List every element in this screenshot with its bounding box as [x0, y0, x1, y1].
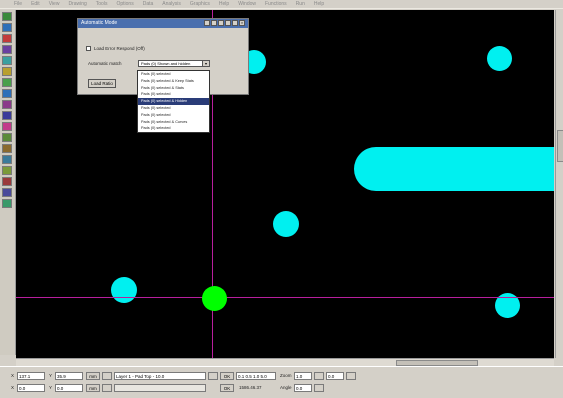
check-tool-icon[interactable]	[2, 177, 12, 186]
angle-field[interactable]: 0.0	[294, 384, 312, 392]
menu-analysis[interactable]: Analysis	[162, 1, 181, 7]
menu-edit[interactable]: Edit	[31, 1, 40, 7]
dropdown-item[interactable]: Pads (0) selected	[138, 105, 209, 112]
line-tool-icon[interactable]	[2, 78, 12, 87]
chevron-down-icon[interactable]	[208, 372, 218, 380]
dropdown-item[interactable]: Pads (0) selected & Keep Stats	[138, 78, 209, 85]
load-error-checkbox[interactable]	[86, 46, 91, 51]
y-label: Y	[49, 373, 53, 378]
y-offset-field[interactable]: 0.0	[55, 384, 83, 392]
move-tool-icon[interactable]	[2, 23, 12, 32]
select-tool-icon[interactable]	[2, 12, 12, 21]
dropdown-item[interactable]: Pads (0) selected & Curves	[138, 119, 209, 126]
zoom-tool-icon[interactable]	[2, 133, 12, 142]
automatic-match-value: Pads (0) Shown and hidden	[141, 61, 191, 66]
pad-circle[interactable]	[111, 277, 137, 303]
dropdown-item[interactable]: Pads (0) selected	[138, 91, 209, 98]
menu-drawing[interactable]: Drawing	[68, 1, 86, 7]
pad-tool-icon[interactable]	[2, 56, 12, 65]
zoom-field[interactable]: 1.0	[294, 372, 312, 380]
dialog-toolbar-icon[interactable]	[218, 20, 224, 26]
grid-tool-icon[interactable]	[2, 199, 12, 208]
automatic-match-dropdown: Pads (0) selected Pads (0) selected & Ke…	[137, 70, 210, 133]
snap-icon[interactable]	[102, 384, 112, 392]
menu-help-2[interactable]: Help	[314, 1, 324, 7]
x-label: X	[11, 373, 15, 378]
menu-tools[interactable]: Tools	[96, 1, 108, 7]
x-offset-field[interactable]: 0.0	[17, 384, 45, 392]
crosshair-horizontal	[16, 297, 554, 298]
maximize-icon[interactable]	[232, 20, 238, 26]
route-tool-icon[interactable]	[2, 45, 12, 54]
apply-button[interactable]: OK	[220, 372, 234, 380]
automatic-match-select[interactable]: Pads (0) Shown and hidden ▾	[138, 60, 210, 67]
pan-tool-icon[interactable]	[2, 144, 12, 153]
horizontal-scrollbar[interactable]	[16, 358, 554, 366]
x-label: X	[11, 385, 15, 390]
apply-button[interactable]: OK	[220, 384, 234, 392]
dropdown-item[interactable]: Pads (0) selected	[138, 71, 209, 78]
text-tool-icon[interactable]	[2, 100, 12, 109]
status-bar: X 137.1 Y 35.9 mm Layer 1 - Pad Top - 10…	[0, 366, 563, 398]
chevron-down-icon[interactable]	[314, 372, 324, 380]
dialog-toolbar-icon[interactable]	[211, 20, 217, 26]
dropdown-item[interactable]: Pads (0) selected	[138, 125, 209, 132]
layer-select[interactable]: Layer 1 - Pad Top - 10.0	[114, 372, 206, 380]
menu-file[interactable]: File	[14, 1, 22, 7]
step-field[interactable]: 0.0	[326, 372, 344, 380]
layer-tool-icon[interactable]	[2, 188, 12, 197]
units-button[interactable]: mm	[86, 384, 100, 392]
net-tool-icon[interactable]	[2, 166, 12, 175]
dialog-titlebar[interactable]: Automatic Mode ×	[78, 19, 248, 28]
selected-pad[interactable]	[202, 286, 227, 311]
delete-tool-icon[interactable]	[2, 34, 12, 43]
x-coordinate-field[interactable]: 137.1	[17, 372, 45, 380]
menu-view[interactable]: View	[49, 1, 60, 7]
cursor-readout: 1586.46.37	[239, 385, 262, 390]
dialog-toolbar-icon[interactable]	[204, 20, 210, 26]
pad-circle[interactable]	[273, 211, 299, 237]
vertical-scroll-thumb[interactable]	[557, 130, 563, 162]
pad-oblong[interactable]	[354, 147, 554, 191]
dialog-title: Automatic Mode	[81, 20, 118, 26]
drill-tool-icon[interactable]	[2, 155, 12, 164]
load-error-label: Load Error Respond (Off)	[94, 46, 145, 51]
menu-data[interactable]: Data	[143, 1, 154, 7]
chevron-down-icon[interactable]	[346, 372, 356, 380]
angle-label: Angle	[280, 385, 292, 390]
left-toolbar	[0, 10, 16, 355]
minimize-icon[interactable]	[225, 20, 231, 26]
dropdown-item[interactable]: Pads (0) selected	[138, 112, 209, 119]
snap-icon[interactable]	[102, 372, 112, 380]
via-tool-icon[interactable]	[2, 67, 12, 76]
pad-circle[interactable]	[487, 46, 512, 71]
close-icon[interactable]: ×	[239, 20, 245, 26]
menu-graphics[interactable]: Graphics	[190, 1, 210, 7]
load-ratio-button[interactable]: Load Ratio	[88, 79, 116, 88]
menu-window[interactable]: Window	[238, 1, 256, 7]
polygon-tool-icon[interactable]	[2, 111, 12, 120]
grid-select[interactable]: 0.1 0.5 1.0 5.0	[236, 372, 276, 380]
menu-run[interactable]: Run	[296, 1, 305, 7]
chevron-down-icon[interactable]	[314, 384, 324, 392]
units-button[interactable]: mm	[86, 372, 100, 380]
arc-tool-icon[interactable]	[2, 89, 12, 98]
y-label: Y	[49, 385, 53, 390]
vertical-scrollbar[interactable]	[555, 10, 563, 358]
menu-options[interactable]: Options	[116, 1, 133, 7]
measure-tool-icon[interactable]	[2, 122, 12, 131]
info-field	[114, 384, 206, 392]
automatic-match-label: Automatic match	[88, 61, 122, 66]
chevron-down-icon[interactable]: ▾	[202, 61, 209, 66]
dropdown-item[interactable]: Pads (0) selected & Stats	[138, 85, 209, 92]
menu-help[interactable]: Help	[219, 1, 229, 7]
menu-bar: File Edit View Drawing Tools Options Dat…	[0, 0, 563, 9]
dropdown-item[interactable]: Pads (0) selected & Hidden	[138, 98, 209, 105]
y-coordinate-field[interactable]: 35.9	[55, 372, 83, 380]
zoom-label: Zoom	[280, 373, 292, 378]
menu-functions[interactable]: Functions	[265, 1, 287, 7]
